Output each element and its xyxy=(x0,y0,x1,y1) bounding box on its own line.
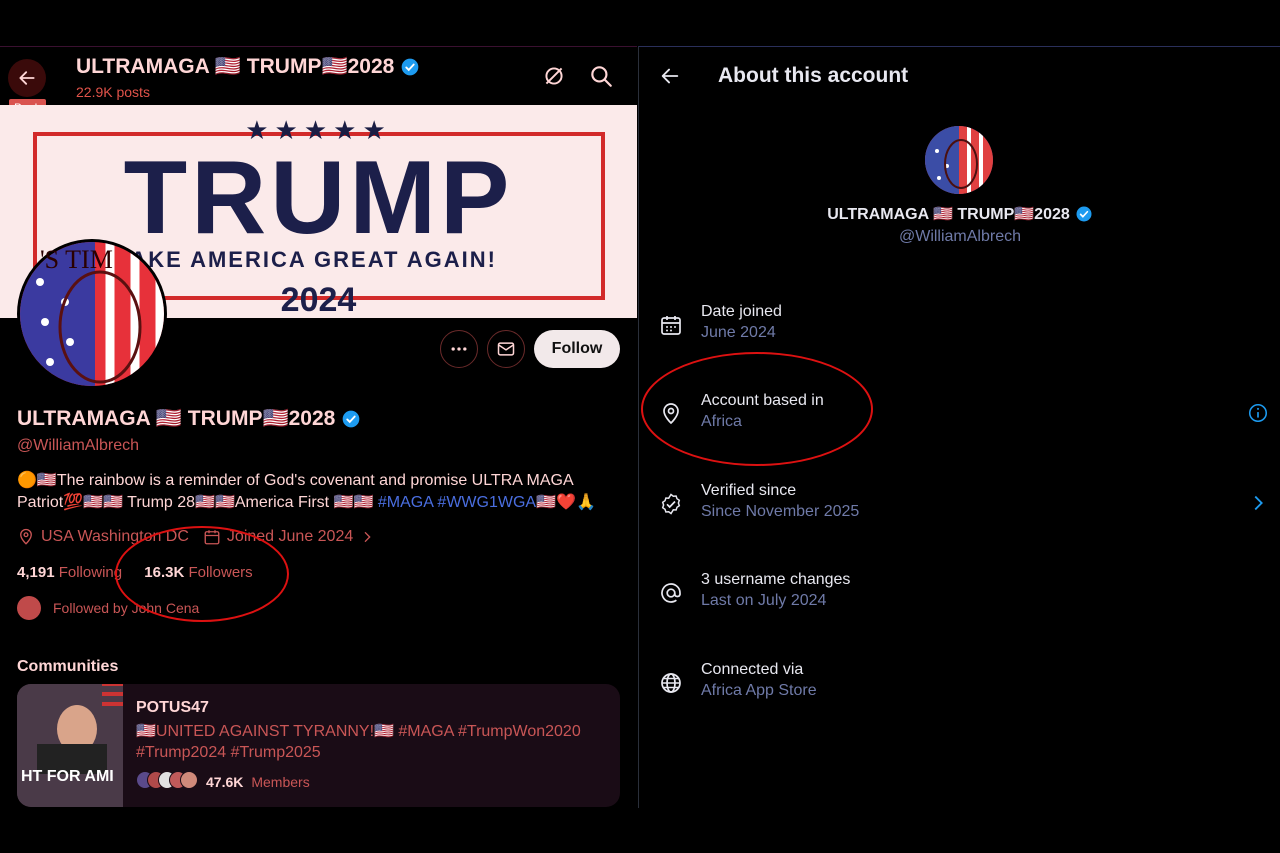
grok-icon xyxy=(545,67,563,85)
info-value: Since November 2025 xyxy=(701,503,860,520)
banner-headline: TRUMP xyxy=(123,140,514,256)
info-row-username-changes: 3 username changes Last on July 2024 xyxy=(659,571,1269,615)
banner-slogan: MAKE AMERICA GREAT AGAIN! xyxy=(110,247,497,272)
following-link[interactable]: 4,191 Following xyxy=(17,564,122,581)
member-avatars xyxy=(136,771,198,792)
avatar-image xyxy=(925,126,993,194)
community-image-text: HT FOR AMI xyxy=(21,768,114,785)
verified-badge-icon xyxy=(661,493,681,515)
profile-handle: @WilliamAlbrech xyxy=(17,437,140,454)
calendar-icon xyxy=(661,316,681,335)
arrow-left-icon xyxy=(19,71,35,85)
search-button[interactable] xyxy=(588,63,614,89)
about-account-panel: About this account ULTRAMAGA 🇺🇸 TRUMP🇺🇸2… xyxy=(638,46,1280,808)
chevron-right-icon xyxy=(364,531,371,543)
page-title: About this account xyxy=(718,64,909,87)
account-name: ULTRAMAGA 🇺🇸 TRUMP🇺🇸2028 xyxy=(639,204,1280,224)
bio-emoji-end: 🇺🇸❤️🙏 xyxy=(536,494,596,511)
verified-badge-icon xyxy=(401,58,419,76)
info-label: Connected via xyxy=(701,661,804,678)
message-button[interactable] xyxy=(487,330,525,368)
header-name: ULTRAMAGA 🇺🇸 TRUMP🇺🇸2028 xyxy=(76,55,420,79)
members-count: 47.6K xyxy=(206,773,244,790)
verified-badge-icon xyxy=(1076,206,1092,222)
follower-avatar xyxy=(17,596,41,620)
communities-title: Communities xyxy=(17,658,119,675)
community-photo xyxy=(17,684,123,807)
info-value: June 2024 xyxy=(701,324,776,341)
profile-name: ULTRAMAGA 🇺🇸 TRUMP🇺🇸2028 xyxy=(17,407,361,431)
at-sign-icon xyxy=(661,583,681,603)
info-label: Date joined xyxy=(701,303,782,320)
header-name-text: ULTRAMAGA 🇺🇸 TRUMP🇺🇸2028 xyxy=(76,55,395,78)
info-row-date-joined: Date joined June 2024 xyxy=(659,303,1269,347)
back-button[interactable] xyxy=(659,65,681,87)
account-name-text: ULTRAMAGA 🇺🇸 TRUMP🇺🇸2028 xyxy=(827,206,1070,223)
location-pin-icon xyxy=(20,528,32,545)
members-label: Members xyxy=(251,773,310,790)
community-image: HT FOR AMI xyxy=(17,684,123,807)
post-count: 22.9K posts xyxy=(76,84,150,100)
search-icon xyxy=(591,66,612,87)
following-label: Following xyxy=(58,564,123,581)
info-value: Last on July 2024 xyxy=(701,592,827,609)
community-name: POTUS47 xyxy=(136,699,209,716)
info-row-connected-via: Connected via Africa App Store xyxy=(659,661,1269,705)
mail-icon xyxy=(497,342,515,356)
info-value: Africa App Store xyxy=(701,682,817,699)
profile-panel: Back ULTRAMAGA 🇺🇸 TRUMP🇺🇸2028 22.9K post… xyxy=(0,46,637,808)
community-description: 🇺🇸UNITED AGAINST TYRANNY!🇺🇸 #MAGA #Trump… xyxy=(136,723,581,761)
chevron-right-icon xyxy=(1254,495,1263,511)
info-icon[interactable] xyxy=(1247,402,1269,424)
community-card[interactable]: HT FOR AMI POTUS47 🇺🇸UNITED AGAINST TYRA… xyxy=(17,684,620,807)
annotation-circle-location xyxy=(641,352,873,466)
profile-name-text: ULTRAMAGA 🇺🇸 TRUMP🇺🇸2028 xyxy=(17,407,336,430)
follow-button[interactable]: Follow xyxy=(534,330,620,368)
info-label: Verified since xyxy=(701,482,797,499)
arrow-left-icon xyxy=(661,68,679,84)
info-row-verified-since[interactable]: Verified since Since November 2025 xyxy=(659,482,1269,526)
grok-button[interactable] xyxy=(541,63,567,89)
bio-hashtags[interactable]: #MAGA #WWG1WGA xyxy=(378,494,536,511)
more-horizontal-icon xyxy=(451,347,467,351)
following-count: 4,191 xyxy=(17,564,55,581)
avatar-overlay-text: 'S TIM xyxy=(40,245,113,274)
avatar xyxy=(925,126,993,194)
verified-badge-icon xyxy=(342,410,360,428)
more-options-button[interactable] xyxy=(440,330,478,368)
profile-header: Back ULTRAMAGA 🇺🇸 TRUMP🇺🇸2028 22.9K post… xyxy=(0,47,637,117)
back-button[interactable] xyxy=(8,59,46,97)
account-handle: @WilliamAlbrech xyxy=(898,228,1022,245)
info-label: 3 username changes xyxy=(701,571,851,588)
member-avatar xyxy=(180,771,198,789)
profile-bio: 🟠🇺🇸The rainbow is a reminder of God's co… xyxy=(17,470,629,514)
community-members: 47.6K Members xyxy=(136,771,310,792)
globe-icon xyxy=(661,673,681,693)
annotation-circle-followers xyxy=(115,526,289,622)
